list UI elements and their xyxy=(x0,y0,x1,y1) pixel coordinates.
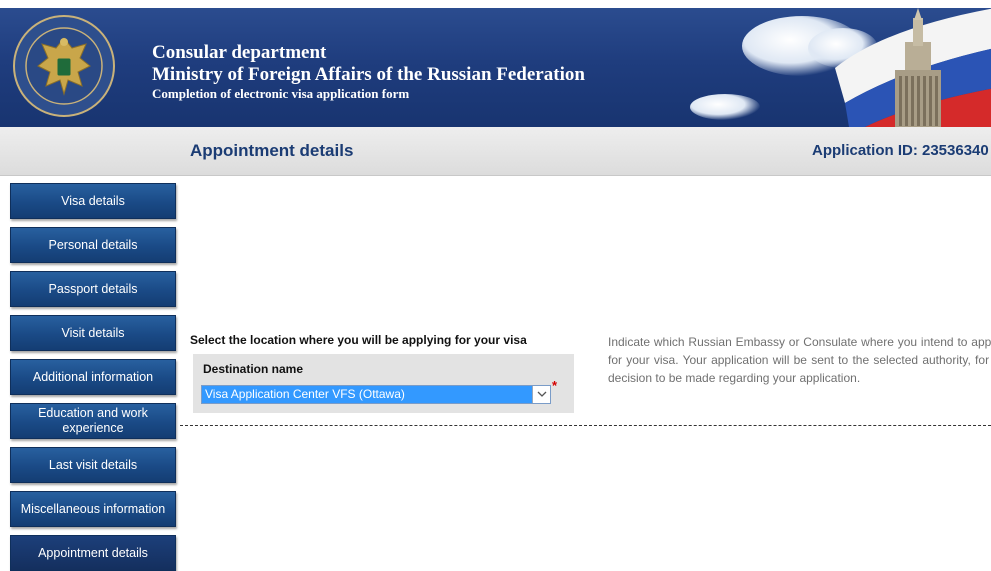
sidebar-item-label: Visa details xyxy=(61,193,125,208)
sidebar-item-personal-details[interactable]: Personal details xyxy=(10,227,176,263)
sidebar-item-label: Appointment details xyxy=(38,545,148,560)
sidebar-item-label: Passport details xyxy=(48,281,138,296)
sidebar-item-visa-details[interactable]: Visa details xyxy=(10,183,176,219)
banner-line-2: Ministry of Foreign Affairs of the Russi… xyxy=(152,64,585,85)
title-bar: Appointment details Application ID: 2353… xyxy=(0,127,991,176)
russian-flag-building-icon xyxy=(835,8,991,127)
destination-panel: Destination name Visa Application Center… xyxy=(193,354,574,413)
sidebar-item-additional-information[interactable]: Additional information xyxy=(10,359,176,395)
section-divider xyxy=(180,425,991,426)
banner-line-3: Completion of electronic visa applicatio… xyxy=(152,86,410,101)
header-banner: Consular department Ministry of Foreign … xyxy=(0,8,991,127)
banner-title: Consular department Ministry of Foreign … xyxy=(152,42,585,101)
sidebar-item-last-visit-details[interactable]: Last visit details xyxy=(10,447,176,483)
chevron-down-icon[interactable] xyxy=(532,386,550,403)
banner-line-1: Consular department xyxy=(152,42,327,63)
sidebar-item-label: Visit details xyxy=(61,325,125,340)
required-marker: * xyxy=(552,378,558,393)
destination-label: Destination name xyxy=(203,362,304,376)
sidebar-item-label: Personal details xyxy=(48,237,138,252)
help-text: Indicate which Russian Embassy or Consul… xyxy=(608,335,991,385)
sidebar-item-label: Additional information xyxy=(32,369,154,384)
sidebar-item-label: Miscellaneous information xyxy=(20,501,166,516)
sidebar-item-label: Last visit details xyxy=(48,457,138,472)
consular-seal-icon xyxy=(13,15,115,117)
location-prompt: Select the location where you will be ap… xyxy=(190,333,527,347)
sidebar-item-education-and-work-experience[interactable]: Education and work experience xyxy=(10,403,176,439)
page-title: Appointment details xyxy=(190,141,354,160)
cloud-decoration xyxy=(690,94,760,120)
application-id: Application ID: 23536340 xyxy=(812,142,989,159)
sidebar-item-visit-details[interactable]: Visit details xyxy=(10,315,176,351)
destination-selected-value: Visa Application Center VFS (Ottawa) xyxy=(205,387,405,401)
sidebar-item-passport-details[interactable]: Passport details xyxy=(10,271,176,307)
sidebar-item-miscellaneous-information[interactable]: Miscellaneous information xyxy=(10,491,176,527)
sidebar-item-label: Education and work experience xyxy=(38,406,148,435)
destination-select[interactable]: Visa Application Center VFS (Ottawa) xyxy=(201,385,551,404)
